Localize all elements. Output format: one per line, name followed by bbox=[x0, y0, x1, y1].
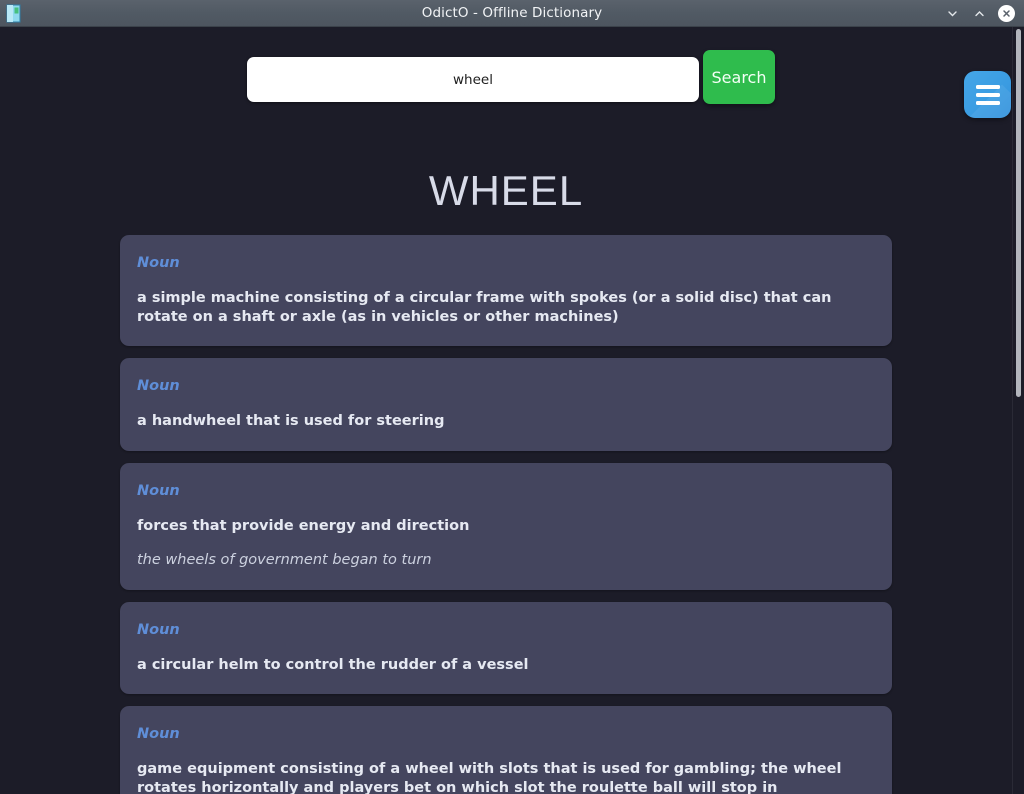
search-input[interactable] bbox=[247, 57, 699, 102]
definition-text: forces that provide energy and direction bbox=[137, 517, 470, 534]
definition-text: a circular helm to control the rudder of… bbox=[137, 656, 529, 673]
book-icon bbox=[0, 0, 27, 27]
chevron-up-icon[interactable] bbox=[971, 5, 987, 21]
window-title: OdictO - Offline Dictionary bbox=[421, 5, 603, 21]
definition-card: Noun a simple machine consisting of a ci… bbox=[120, 235, 892, 347]
definition-card: Noun a circular helm to control the rudd… bbox=[120, 601, 892, 695]
part-of-speech-label: Noun bbox=[137, 621, 180, 638]
part-of-speech-label: Noun bbox=[137, 726, 180, 743]
definition-card: Noun forces that provide energy and dire… bbox=[120, 462, 892, 590]
part-of-speech-label: Noun bbox=[137, 378, 180, 395]
definition-card: Noun game equipment consisting of a whee… bbox=[120, 706, 892, 794]
part-of-speech-label: Noun bbox=[137, 255, 180, 271]
page-title: WHEEL bbox=[428, 167, 584, 214]
definition-text: a simple machine consisting of a circula… bbox=[137, 290, 832, 325]
definition-list: Noun a simple machine consisting of a ci… bbox=[0, 235, 1012, 794]
hamburger-bars bbox=[975, 84, 1000, 105]
definition-card: Noun a handwheel that is used for steeri… bbox=[120, 358, 892, 451]
definition-text: game equipment consisting of a wheel wit… bbox=[137, 761, 842, 794]
chevron-down-icon[interactable] bbox=[944, 5, 960, 21]
definition-example: the wheels of government began to turn bbox=[137, 552, 432, 569]
scrollbar-thumb[interactable] bbox=[1016, 29, 1021, 397]
search-button[interactable]: Search bbox=[703, 50, 775, 104]
app-body: Search WHEEL Noun a simple machine consi… bbox=[0, 27, 1024, 794]
window-controls bbox=[944, 4, 1024, 22]
definition-text: a handwheel that is used for steering bbox=[137, 413, 445, 430]
vertical-scrollbar[interactable] bbox=[1012, 27, 1024, 794]
hamburger-menu-icon[interactable] bbox=[964, 71, 1011, 118]
window-titlebar: OdictO - Offline Dictionary bbox=[0, 0, 1024, 27]
close-icon[interactable] bbox=[998, 4, 1015, 22]
search-bar: Search bbox=[0, 27, 1012, 157]
part-of-speech-label: Noun bbox=[137, 482, 180, 499]
